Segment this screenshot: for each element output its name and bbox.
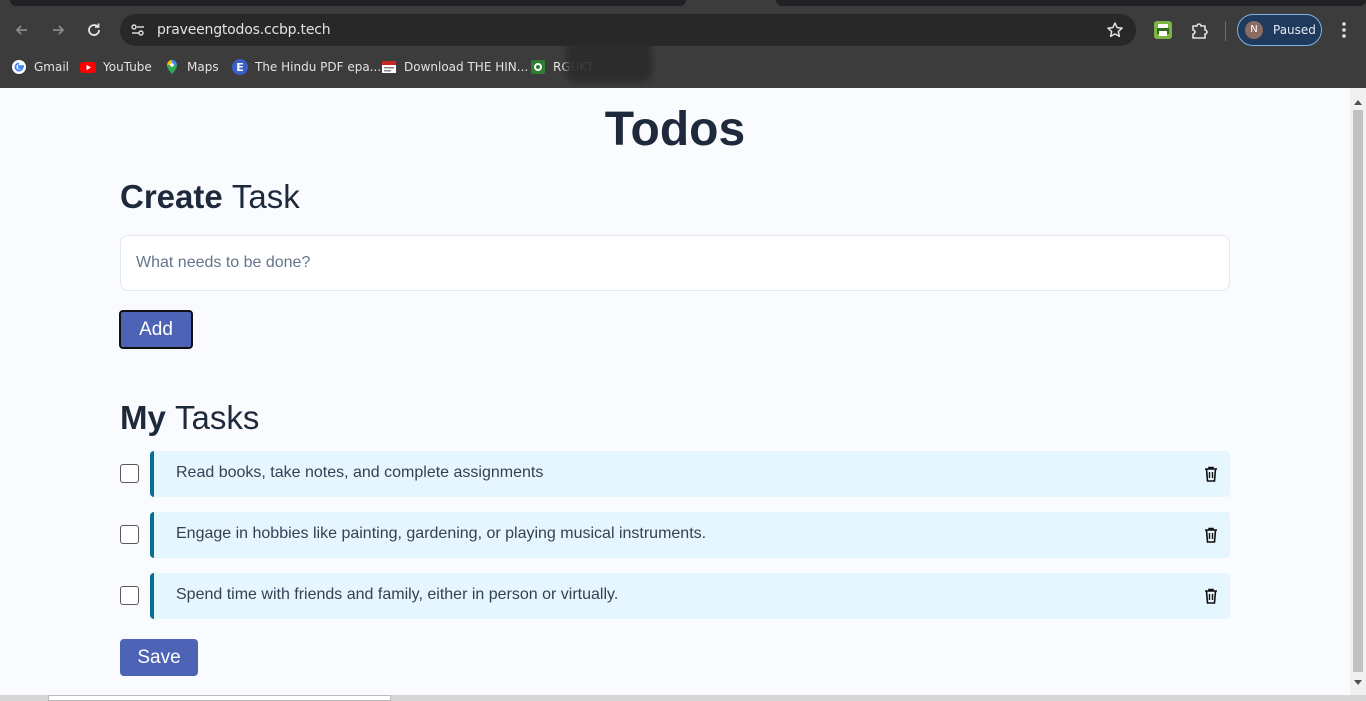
back-icon[interactable] (10, 18, 34, 42)
task-label[interactable]: Spend time with friends and family, eith… (176, 586, 618, 604)
e-icon: E (232, 59, 248, 75)
youtube-icon (80, 59, 96, 75)
bookmark-youtube[interactable]: YouTube (80, 56, 152, 78)
printer-extension-icon[interactable] (1153, 20, 1173, 45)
profile-button[interactable]: N Paused (1237, 14, 1322, 46)
task-label[interactable]: Engage in hobbies like painting, gardeni… (176, 525, 706, 543)
url-text[interactable]: praveengtodos.ccbp.tech (157, 22, 331, 38)
task-item: Spend time with friends and family, eith… (120, 573, 1230, 619)
extensions-puzzle-icon[interactable] (1190, 20, 1210, 45)
browser-chrome: praveengtodos.ccbp.tech N Paused Gmail Y… (0, 0, 1366, 88)
forward-icon[interactable] (46, 18, 70, 42)
kebab-menu-icon[interactable] (1336, 20, 1352, 45)
task-card: Engage in hobbies like painting, gardeni… (150, 512, 1230, 558)
avatar: N (1245, 21, 1263, 39)
task-checkbox[interactable] (120, 525, 139, 544)
bookmark-maps[interactable]: Maps (164, 56, 219, 78)
bookmark-download-the-hindu[interactable]: Download THE HIN... (381, 56, 528, 78)
bookmark-label: The Hindu PDF epa... (255, 60, 382, 74)
taskbar-edge (0, 695, 1366, 701)
create-task-heading: Create Task (120, 178, 300, 216)
task-card: Spend time with friends and family, eith… (150, 573, 1230, 619)
save-button[interactable]: Save (120, 639, 198, 676)
bookmark-the-hindu-pdf[interactable]: E The Hindu PDF epa... (232, 56, 381, 78)
create-task-heading-bold: Create (120, 178, 223, 215)
add-button[interactable]: Add (119, 310, 193, 349)
task-label[interactable]: Read books, take notes, and complete ass… (176, 464, 543, 482)
task-checkbox[interactable] (120, 586, 139, 605)
trash-icon[interactable] (1202, 465, 1220, 488)
my-tasks-heading: My Tasks (120, 399, 259, 437)
doc-icon (381, 59, 397, 75)
task-card: Read books, take notes, and complete ass… (150, 451, 1230, 497)
todo-input[interactable] (120, 235, 1230, 291)
browser-toolbar: praveengtodos.ccbp.tech N Paused (0, 8, 1366, 52)
bookmark-star-icon[interactable] (1106, 21, 1124, 44)
scroll-up-arrow-icon[interactable] (1354, 92, 1362, 110)
trash-icon[interactable] (1202, 526, 1220, 549)
taskbar-window (48, 695, 391, 701)
google-icon (11, 59, 27, 75)
toolbar-separator (1225, 21, 1226, 41)
task-checkbox[interactable] (120, 464, 139, 483)
bookmarks-bar: Gmail YouTube Maps E The Hindu PDF epa..… (0, 56, 1366, 78)
bookmark-gmail[interactable]: Gmail (11, 56, 69, 78)
reload-icon[interactable] (82, 18, 106, 42)
trash-icon[interactable] (1202, 587, 1220, 610)
create-task-heading-light: Task (231, 178, 300, 215)
vertical-scrollbar[interactable] (1350, 88, 1366, 695)
bookmark-label: Gmail (34, 60, 70, 74)
bookmark-label: Download THE HIN... (404, 60, 529, 74)
tab-strip-right (776, 0, 1366, 6)
task-item: Read books, take notes, and complete ass… (120, 451, 1230, 497)
tab-strip (10, 0, 686, 6)
scrollbar-thumb[interactable] (1353, 110, 1363, 672)
scroll-down-arrow-icon[interactable] (1354, 673, 1362, 691)
obscured-region (566, 42, 652, 82)
bookmark-label: Maps (187, 60, 219, 74)
profile-status: Paused (1273, 23, 1316, 37)
task-item: Engage in hobbies like painting, gardeni… (120, 512, 1230, 558)
rgukt-icon (530, 59, 546, 75)
bookmark-label: YouTube (103, 60, 152, 74)
page-title: Todos (604, 103, 746, 156)
maps-icon (164, 59, 180, 75)
site-settings-icon[interactable] (130, 22, 146, 43)
svg-text:E: E (236, 61, 244, 74)
my-tasks-heading-light: Tasks (175, 399, 260, 436)
my-tasks-heading-bold: My (120, 399, 166, 436)
